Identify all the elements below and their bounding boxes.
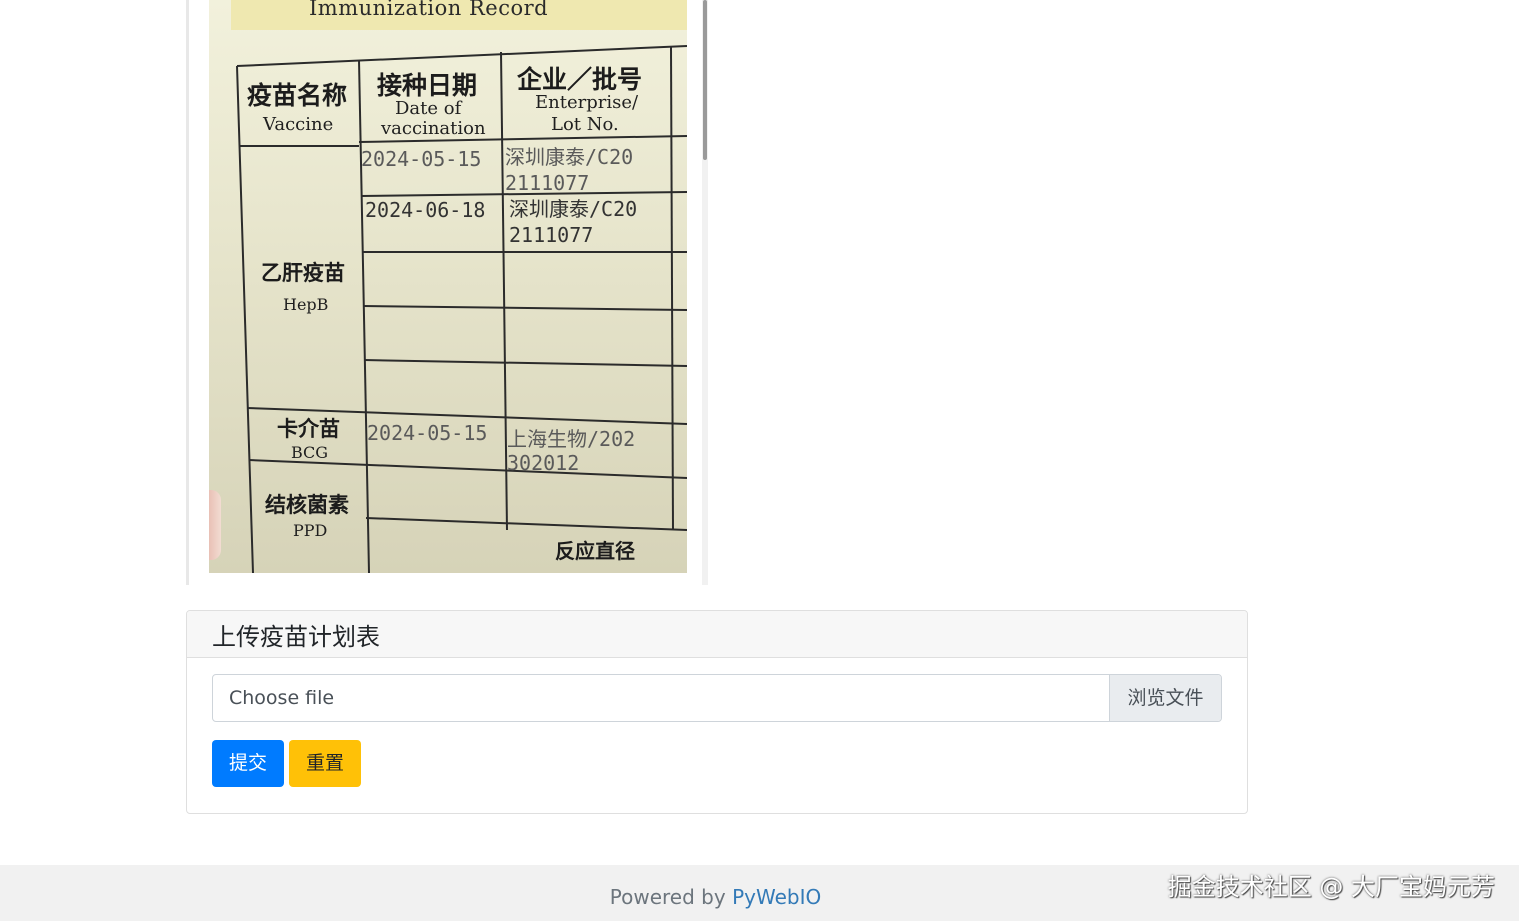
watermark: 掘金技术社区 @ 大厂宝妈元芳: [1167, 873, 1495, 901]
row-hepb-cn: 乙肝疫苗: [261, 261, 345, 285]
record-table: 疫苗名称 Vaccine 接种日期 Date of vaccination 企业…: [236, 45, 687, 573]
entry-date-1: 2024-05-15: [361, 147, 481, 171]
row-ppd-en: PPD: [293, 521, 327, 540]
card-header: 上传疫苗计划表: [187, 611, 1247, 658]
entry-ent-2b: 2111077: [509, 223, 593, 247]
header-ent-cn: 企业／批号: [517, 65, 642, 94]
image-output-frame: Immunization Record 疫苗名称 Vaccine 接种日期 Da…: [186, 0, 712, 585]
row-bcg-cn: 卡介苗: [277, 417, 340, 441]
header-ent-en1: Enterprise/: [535, 92, 639, 113]
entry-date-2: 2024-06-18: [365, 198, 485, 222]
card-title: 上传疫苗计划表: [212, 622, 380, 651]
header-date-cn: 接种日期: [377, 71, 477, 100]
vaccination-record-photo: Immunization Record 疫苗名称 Vaccine 接种日期 Da…: [209, 0, 687, 573]
entry-ent-1a: 深圳康泰/C20: [505, 145, 633, 169]
row-hepb-en: HepB: [283, 295, 328, 314]
entry-ent-3a: 上海生物/202: [507, 427, 635, 451]
output-scrollbar-thumb[interactable]: [703, 0, 707, 160]
file-input-label[interactable]: Choose file: [229, 675, 334, 721]
header-ent-en2: Lot No.: [551, 114, 619, 135]
photo-finger-edge: [209, 490, 221, 560]
upload-card: 上传疫苗计划表 Choose file 浏览文件 提交 重置: [186, 610, 1248, 814]
reaction-diameter-label: 反应直径: [555, 539, 635, 563]
entry-ent-3b: 302012: [507, 451, 579, 475]
footer-prefix: Powered by: [609, 885, 733, 909]
browse-file-button[interactable]: 浏览文件: [1109, 675, 1221, 721]
header-vaccine-en: Vaccine: [262, 114, 333, 135]
header-date-en1: Date of: [395, 98, 463, 119]
entry-ent-2a: 深圳康泰/C20: [509, 197, 637, 221]
reset-button[interactable]: 重置: [289, 740, 361, 787]
header-date-en2: vaccination: [380, 118, 486, 139]
row-ppd-cn: 结核菌素: [265, 493, 349, 517]
entry-date-3: 2024-05-15: [367, 421, 487, 445]
file-input[interactable]: Choose file 浏览文件: [212, 674, 1222, 722]
header-vaccine-cn: 疫苗名称: [247, 81, 347, 110]
entry-ent-1b: 2111077: [505, 171, 589, 195]
row-bcg-en: BCG: [291, 443, 328, 462]
submit-button[interactable]: 提交: [212, 740, 284, 787]
pywebio-link[interactable]: PyWebIO: [732, 885, 821, 909]
